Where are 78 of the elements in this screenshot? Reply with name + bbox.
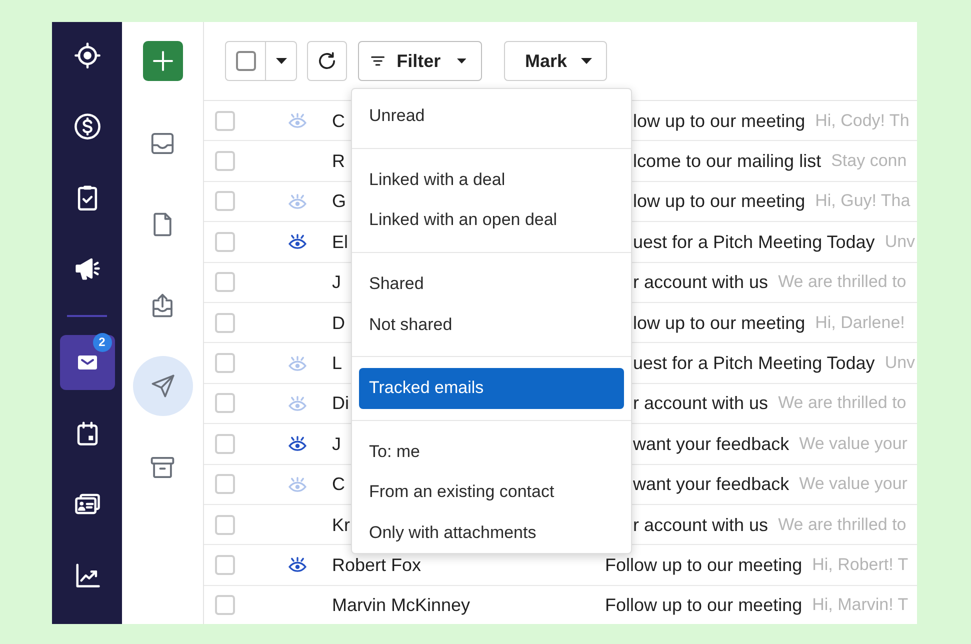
- email-subject: low up to our meeting: [633, 314, 806, 332]
- email-subject: lcome to our mailing list: [633, 152, 822, 170]
- filter-button[interactable]: Filter: [358, 41, 482, 81]
- email-preview: We are thrilled to: [778, 273, 906, 292]
- menu-item[interactable]: Not shared: [359, 304, 624, 345]
- row-checkbox[interactable]: [215, 272, 235, 292]
- envelope-icon[interactable]: [60, 335, 114, 390]
- email-subject: want your feedback: [633, 434, 790, 453]
- filter-icon: [371, 55, 385, 67]
- menu-item[interactable]: Linked with a deal: [359, 160, 624, 200]
- sender-name: J: [332, 273, 341, 292]
- sender-name: Kr: [332, 516, 350, 534]
- select-options-button[interactable]: [266, 41, 297, 81]
- email-preview: Hi, Guy! Tha: [815, 192, 910, 210]
- email-subject: want your feedback: [633, 475, 790, 494]
- email-preview: We value your: [799, 475, 908, 494]
- email-preview: We are thrilled to: [778, 516, 906, 534]
- sender-name: D: [332, 314, 345, 332]
- menu-item[interactable]: Tracked emails: [359, 368, 624, 409]
- menu-item[interactable]: Shared: [359, 264, 624, 304]
- new-button[interactable]: [142, 41, 182, 81]
- email-preview: We are thrilled to: [778, 394, 906, 412]
- email-preview: Unv: [884, 232, 916, 251]
- sender-name: C: [332, 475, 345, 494]
- menu-item[interactable]: Linked with an open deal: [359, 200, 624, 241]
- email-preview: Hi, Marvin! T: [812, 596, 908, 614]
- refresh-icon: [317, 51, 337, 71]
- row-checkbox[interactable]: [215, 595, 235, 616]
- row-checkbox[interactable]: [215, 312, 235, 333]
- email-subject: low up to our meeting: [633, 112, 806, 130]
- row-checkbox[interactable]: [215, 554, 235, 575]
- email-subject: r account with us: [633, 516, 768, 534]
- row-checkbox[interactable]: [215, 151, 235, 172]
- row-checkbox[interactable]: [215, 110, 235, 131]
- email-preview: Stay conn: [831, 152, 907, 170]
- caret-icon: [276, 58, 286, 64]
- sender-name: G: [332, 192, 346, 210]
- email-subject: uest for a Pitch Meeting Today: [633, 232, 875, 251]
- sender-name: Di: [332, 394, 349, 412]
- caret-icon: [456, 58, 466, 64]
- sender-name: L: [332, 354, 342, 372]
- send-icon[interactable]: [132, 356, 192, 416]
- plus-icon: [152, 51, 172, 71]
- email-preview: We value your: [799, 434, 908, 453]
- sender-name: El: [332, 232, 348, 251]
- target-icon[interactable]: [74, 42, 100, 69]
- email-preview: Hi, Robert! T: [812, 556, 908, 574]
- row-checkbox[interactable]: [215, 353, 235, 374]
- trend-chart-icon[interactable]: [74, 562, 100, 589]
- sender-name: Marvin McKinney: [332, 596, 470, 614]
- caret-icon: [581, 58, 592, 64]
- email-subject: r account with us: [633, 394, 768, 412]
- row-checkbox[interactable]: [215, 514, 235, 535]
- sender-name: R: [332, 152, 345, 170]
- menu-item[interactable]: Only with attachments: [359, 512, 624, 554]
- email-preview: Hi, Darlene!: [815, 314, 905, 332]
- email-subject: r account with us: [633, 273, 768, 292]
- email-subject: Follow up to our meeting: [605, 596, 802, 614]
- email-subject: uest for a Pitch Meeting Today: [633, 354, 875, 372]
- email-preview: Hi, Cody! Th: [815, 112, 910, 130]
- row-checkbox[interactable]: [215, 434, 235, 454]
- sender-name: C: [332, 112, 345, 130]
- mark-button[interactable]: Mark: [504, 41, 607, 81]
- row-checkbox[interactable]: [215, 232, 235, 252]
- email-subject: low up to our meeting: [633, 192, 806, 210]
- sender-name: J: [332, 434, 341, 453]
- menu-item[interactable]: To: me: [359, 432, 624, 472]
- menu-item[interactable]: From an existing contact: [359, 472, 624, 513]
- select-all-checkbox[interactable]: [236, 51, 256, 71]
- menu-item[interactable]: Unread: [359, 96, 624, 137]
- sender-name: Robert Fox: [332, 556, 422, 574]
- refresh-button[interactable]: [307, 41, 347, 81]
- email-subject: Follow up to our meeting: [605, 556, 802, 574]
- row-checkbox[interactable]: [215, 393, 235, 414]
- dollar-icon[interactable]: [74, 113, 100, 140]
- row-checkbox[interactable]: [215, 474, 235, 494]
- email-preview: Unv: [884, 354, 916, 372]
- row-checkbox[interactable]: [215, 191, 235, 212]
